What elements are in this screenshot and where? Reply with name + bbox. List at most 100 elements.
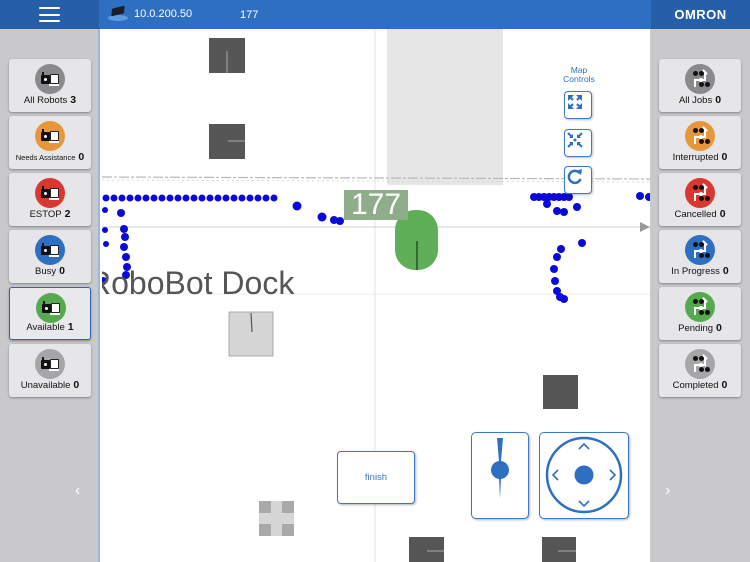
heading-control[interactable]: [471, 432, 529, 519]
filter-count: 0: [716, 322, 722, 334]
top-bar: 10.0.200.50 177 OMRON: [0, 0, 750, 29]
path-point: [292, 201, 302, 211]
goal-marker: [542, 537, 576, 562]
panel-collapse-right-arrow[interactable]: ›: [665, 482, 670, 500]
zoom-robot-button[interactable]: [564, 129, 592, 157]
job-filter-completed[interactable]: Completed 0: [659, 344, 741, 397]
filter-name: Available: [26, 322, 65, 333]
robot-connection-icon: [108, 5, 128, 21]
job-filter-in-progress[interactable]: In Progress 0: [659, 230, 741, 283]
path-point: [120, 243, 128, 251]
robot-filter-all-robots[interactable]: All Robots 3: [9, 59, 91, 112]
path-point: [560, 295, 568, 303]
path-point: [560, 208, 568, 216]
path-point: [543, 200, 551, 208]
filter-name: Cancelled: [674, 209, 717, 220]
robot-filter-busy[interactable]: Busy 0: [9, 230, 91, 283]
path-point: [636, 192, 644, 200]
path-point: [645, 193, 650, 201]
filter-count: 0: [719, 208, 726, 220]
drive-joystick-icon: [545, 436, 623, 514]
path-point: [246, 194, 254, 202]
job-filter-pending[interactable]: Pending 0: [659, 287, 741, 340]
finish-button[interactable]: finish: [337, 451, 415, 504]
path-point: [578, 239, 586, 247]
path-point: [103, 241, 109, 247]
filter-count: 0: [715, 94, 722, 106]
panel-collapse-left-arrow[interactable]: ‹: [75, 482, 80, 500]
path-point: [142, 194, 150, 202]
path-point: [550, 265, 558, 273]
path-point: [102, 194, 110, 202]
path-point: [134, 194, 142, 202]
path-point: [102, 227, 108, 233]
app: 10.0.200.50 177 OMRON ‹ All Robots 3 Needs…: [0, 0, 750, 562]
path-point: [557, 245, 565, 253]
path-point: [166, 194, 174, 202]
filter-name: Busy: [35, 266, 57, 277]
filter-label: Completed 0: [659, 375, 741, 393]
path-point: [190, 194, 198, 202]
robot-tag: 177: [344, 190, 408, 220]
expand-icon: [568, 95, 582, 109]
ip-address: 10.0.200.50: [134, 7, 193, 20]
filter-label: Unavailable 0: [9, 375, 91, 393]
filter-count: 0: [59, 265, 65, 277]
filter-count: 0: [78, 151, 85, 163]
filter-name: Completed: [672, 380, 719, 391]
filter-name: All Robots: [23, 95, 68, 106]
refresh-map-button[interactable]: [564, 166, 592, 194]
path-point: [121, 233, 129, 241]
path-point: [336, 217, 344, 225]
path-point: [214, 194, 222, 202]
goal-marker: [543, 375, 578, 409]
connection-info: 10.0.200.50: [108, 5, 193, 21]
path-point: [118, 194, 126, 202]
filter-label: In Progress 0: [659, 261, 741, 279]
path-point: [120, 225, 128, 233]
robot-filter-estop[interactable]: ESTOP 2: [9, 173, 91, 226]
path-point: [270, 194, 278, 202]
job-filter-interrupted[interactable]: Interrupted 0: [659, 116, 741, 169]
filter-label: Cancelled 0: [659, 204, 741, 222]
map-zone: [387, 29, 503, 185]
filter-label: All Robots 3: [9, 90, 91, 108]
map-view[interactable]: 177 RoboBot Dock Map Controls finish: [102, 29, 650, 562]
path-point: [122, 253, 130, 261]
filter-name: Needs Assistance: [15, 153, 76, 162]
dock-label: RoboBot Dock: [102, 265, 295, 301]
filter-label: Pending 0: [659, 318, 741, 336]
path-point: [158, 194, 166, 202]
path-point: [182, 194, 190, 202]
path-point: [565, 193, 573, 201]
map-controls-title: Map Controls: [563, 65, 595, 84]
filter-count: 0: [722, 265, 729, 277]
filter-count: 0: [721, 379, 728, 391]
robot-filter-available[interactable]: Available 1: [9, 287, 91, 340]
filter-name: ESTOP: [29, 209, 62, 220]
path-point: [573, 203, 581, 211]
filter-label: ESTOP 2: [9, 204, 91, 222]
path-point: [254, 194, 262, 202]
path-point: [102, 207, 108, 213]
filter-label: Busy 0: [9, 261, 91, 279]
menu-button[interactable]: [0, 0, 99, 29]
path-point: [126, 194, 134, 202]
path-point: [110, 194, 118, 202]
filter-name: All Jobs: [678, 95, 713, 106]
jobs-panel: › All Jobs 0 Interrupted 0 Cancelled 0 In Prog…: [650, 29, 750, 562]
robot-filter-needs-assistance[interactable]: Needs Assistance 0: [9, 116, 91, 169]
brand-logo: OMRON: [651, 0, 750, 29]
drive-joystick[interactable]: [539, 432, 629, 519]
job-filter-all-jobs[interactable]: All Jobs 0: [659, 59, 741, 112]
path-point: [117, 209, 125, 217]
path-point: [206, 194, 214, 202]
filter-count: 3: [70, 94, 77, 106]
filter-count: 1: [67, 321, 74, 333]
filter-count: 0: [73, 379, 80, 391]
job-filter-cancelled[interactable]: Cancelled 0: [659, 173, 741, 226]
zoom-extents-button[interactable]: [564, 91, 592, 119]
filter-name: Pending: [678, 323, 714, 334]
robot-filter-unavailable[interactable]: Unavailable 0: [9, 344, 91, 397]
goal-marker: [409, 537, 444, 562]
